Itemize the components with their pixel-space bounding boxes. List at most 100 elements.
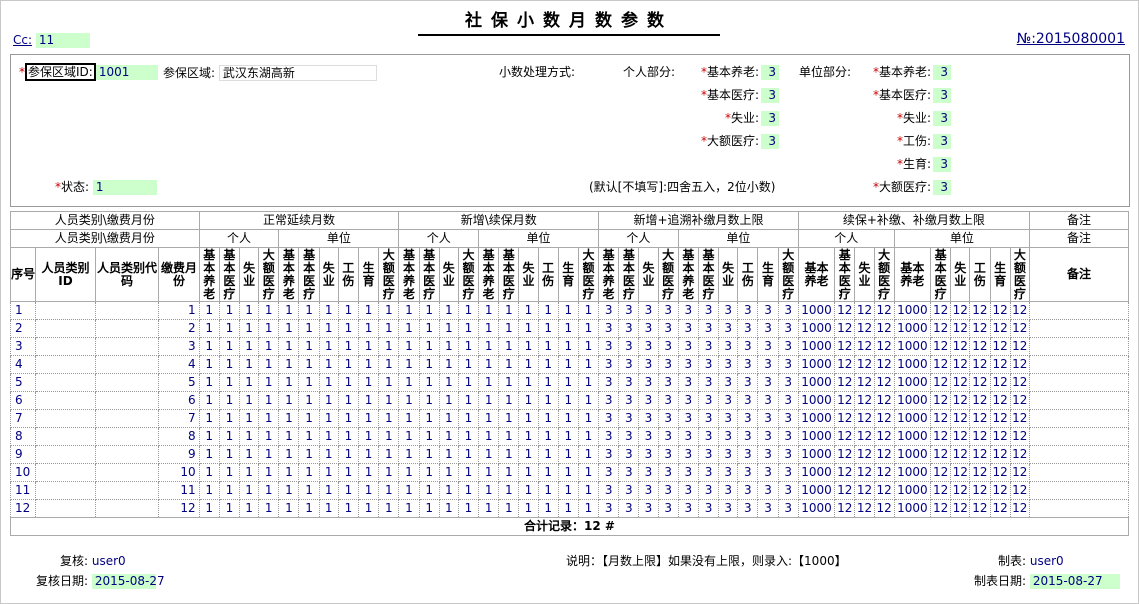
value-cell[interactable]: 3 bbox=[598, 391, 620, 410]
value-cell[interactable]: 1000 bbox=[797, 373, 836, 392]
value-cell[interactable]: 12 bbox=[854, 463, 875, 482]
value-cell[interactable]: 1 bbox=[378, 391, 400, 410]
value-cell[interactable]: 1 bbox=[418, 337, 440, 356]
personal-param-input[interactable]: 3 bbox=[761, 134, 779, 149]
value-cell[interactable]: 1 bbox=[577, 481, 600, 500]
value-cell[interactable]: 3 bbox=[618, 319, 640, 338]
value-cell[interactable]: 1 bbox=[278, 427, 300, 446]
value-cell[interactable]: 3 bbox=[618, 391, 640, 410]
company-param-input[interactable]: 3 bbox=[933, 65, 951, 80]
value-cell[interactable]: 1 bbox=[198, 481, 220, 500]
category-id-cell[interactable] bbox=[35, 391, 96, 410]
value-cell[interactable]: 1 bbox=[258, 355, 280, 374]
value-cell[interactable]: 1 bbox=[438, 445, 459, 464]
category-code-cell[interactable] bbox=[94, 355, 160, 374]
value-cell[interactable]: 3 bbox=[718, 445, 739, 464]
value-cell[interactable]: 1 bbox=[537, 319, 559, 338]
value-cell[interactable]: 12 bbox=[1009, 499, 1030, 518]
company-param-input[interactable]: 3 bbox=[933, 157, 951, 172]
personal-param-input[interactable]: 3 bbox=[761, 88, 779, 103]
value-cell[interactable]: 1 bbox=[418, 481, 440, 500]
value-cell[interactable]: 3 bbox=[638, 445, 659, 464]
value-cell[interactable]: 3 bbox=[718, 391, 739, 410]
value-cell[interactable]: 12 bbox=[1009, 445, 1030, 464]
value-cell[interactable]: 3 bbox=[737, 391, 759, 410]
value-cell[interactable]: 12 bbox=[950, 373, 971, 392]
value-cell[interactable]: 12 bbox=[834, 355, 856, 374]
value-cell[interactable]: 3 bbox=[657, 499, 679, 518]
value-cell[interactable]: 12 bbox=[834, 301, 856, 320]
value-cell[interactable]: 1 bbox=[278, 319, 300, 338]
value-cell[interactable]: 1000 bbox=[893, 337, 932, 356]
value-cell[interactable]: 3 bbox=[638, 319, 659, 338]
make-date-value[interactable]: 2015-08-27 bbox=[1029, 574, 1120, 589]
value-cell[interactable]: 1 bbox=[378, 319, 400, 338]
value-cell[interactable]: 1 bbox=[337, 337, 359, 356]
value-cell[interactable]: 12 bbox=[930, 427, 952, 446]
value-cell[interactable]: 3 bbox=[697, 409, 720, 428]
value-cell[interactable]: 1 bbox=[198, 355, 220, 374]
value-cell[interactable]: 1 bbox=[218, 409, 240, 428]
value-cell[interactable]: 1 bbox=[218, 499, 240, 518]
value-cell[interactable]: 1 bbox=[278, 373, 300, 392]
value-cell[interactable]: 12 bbox=[969, 301, 991, 320]
value-cell[interactable]: 1 bbox=[258, 391, 280, 410]
value-cell[interactable]: 3 bbox=[657, 427, 679, 446]
value-cell[interactable]: 3 bbox=[737, 409, 759, 428]
value-cell[interactable]: 12 bbox=[873, 355, 895, 374]
value-cell[interactable]: 12 bbox=[989, 373, 1011, 392]
value-cell[interactable]: 3 bbox=[697, 499, 720, 518]
value-cell[interactable]: 1 bbox=[258, 463, 280, 482]
value-cell[interactable]: 1 bbox=[418, 499, 440, 518]
value-cell[interactable]: 3 bbox=[657, 445, 679, 464]
remark-cell[interactable] bbox=[1028, 391, 1130, 410]
value-cell[interactable]: 1 bbox=[557, 481, 579, 500]
value-cell[interactable]: 1 bbox=[518, 499, 539, 518]
category-code-cell[interactable] bbox=[94, 499, 160, 518]
value-cell[interactable]: 1 bbox=[298, 409, 320, 428]
value-cell[interactable]: 1 bbox=[218, 301, 240, 320]
value-cell[interactable]: 12 bbox=[834, 481, 856, 500]
value-cell[interactable]: 12 bbox=[950, 355, 971, 374]
value-cell[interactable]: 1 bbox=[457, 463, 480, 482]
value-cell[interactable]: 3 bbox=[737, 445, 759, 464]
value-cell[interactable]: 3 bbox=[777, 445, 799, 464]
value-cell[interactable]: 12 bbox=[969, 445, 991, 464]
value-cell[interactable]: 1 bbox=[258, 319, 280, 338]
value-cell[interactable]: 1 bbox=[518, 427, 539, 446]
value-cell[interactable]: 12 bbox=[873, 499, 895, 518]
value-cell[interactable]: 12 bbox=[930, 337, 952, 356]
value-cell[interactable]: 12 bbox=[854, 409, 875, 428]
value-cell[interactable]: 3 bbox=[718, 319, 739, 338]
value-cell[interactable]: 1 bbox=[498, 373, 520, 392]
value-cell[interactable]: 1 bbox=[557, 373, 579, 392]
month-cell[interactable]: 6 bbox=[158, 391, 200, 410]
value-cell[interactable]: 1 bbox=[357, 499, 380, 518]
value-cell[interactable]: 1 bbox=[518, 337, 539, 356]
value-cell[interactable]: 3 bbox=[598, 481, 620, 500]
value-cell[interactable]: 1 bbox=[357, 391, 380, 410]
value-cell[interactable]: 1 bbox=[457, 499, 480, 518]
value-cell[interactable]: 12 bbox=[873, 319, 895, 338]
value-cell[interactable]: 3 bbox=[657, 409, 679, 428]
value-cell[interactable]: 1000 bbox=[893, 391, 932, 410]
value-cell[interactable]: 1 bbox=[337, 391, 359, 410]
value-cell[interactable]: 1 bbox=[357, 373, 380, 392]
value-cell[interactable]: 3 bbox=[737, 463, 759, 482]
value-cell[interactable]: 1 bbox=[557, 499, 579, 518]
value-cell[interactable]: 1 bbox=[498, 355, 520, 374]
company-param-input[interactable]: 3 bbox=[933, 180, 951, 195]
value-cell[interactable]: 12 bbox=[873, 337, 895, 356]
value-cell[interactable]: 12 bbox=[834, 463, 856, 482]
value-cell[interactable]: 1 bbox=[318, 463, 339, 482]
value-cell[interactable]: 3 bbox=[677, 427, 699, 446]
value-cell[interactable]: 3 bbox=[697, 373, 720, 392]
value-cell[interactable]: 3 bbox=[657, 355, 679, 374]
area-name-value[interactable]: 武汉东湖高新 bbox=[218, 65, 377, 81]
value-cell[interactable]: 12 bbox=[854, 319, 875, 338]
value-cell[interactable]: 12 bbox=[930, 301, 952, 320]
value-cell[interactable]: 1000 bbox=[893, 373, 932, 392]
value-cell[interactable]: 12 bbox=[930, 355, 952, 374]
value-cell[interactable]: 1 bbox=[357, 427, 380, 446]
value-cell[interactable]: 3 bbox=[737, 301, 759, 320]
